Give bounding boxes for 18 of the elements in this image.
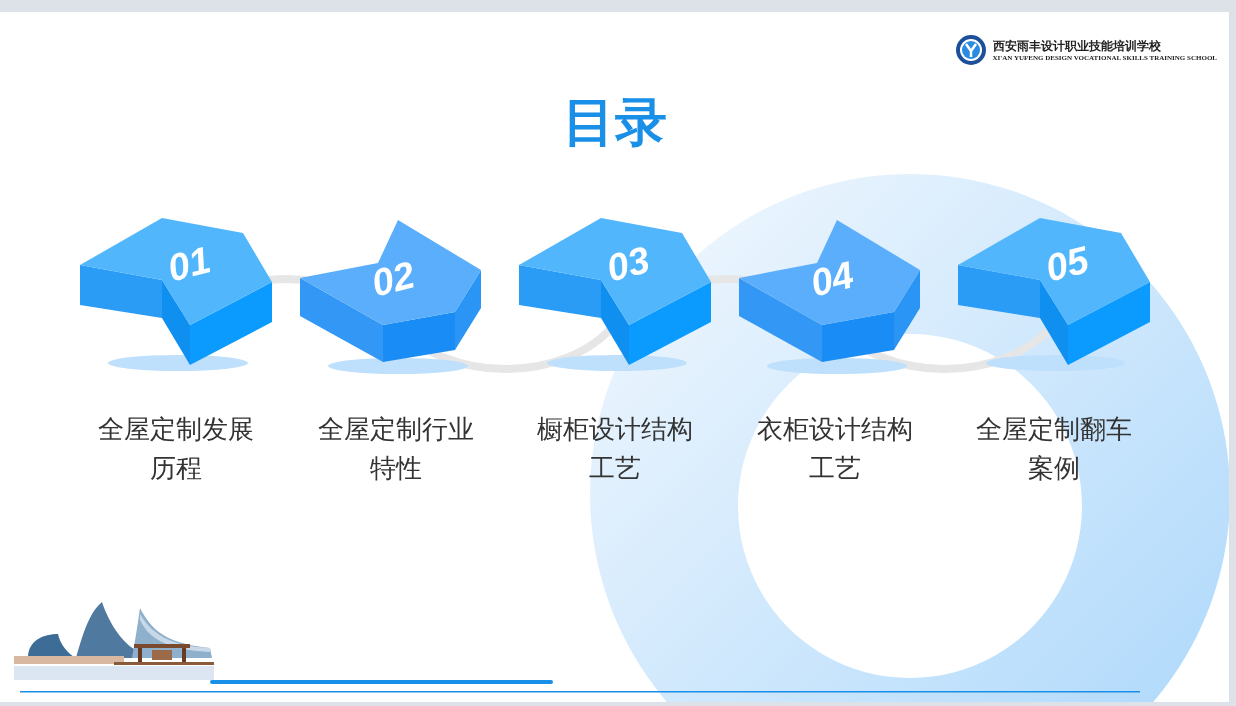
item-number: 05 bbox=[1041, 238, 1093, 290]
item-label: 工艺 bbox=[588, 452, 642, 485]
item-label: 橱柜设计结构 bbox=[536, 413, 694, 446]
slide-title: 目录 bbox=[562, 92, 667, 153]
item-number: 04 bbox=[806, 253, 858, 305]
school-logo-icon bbox=[954, 34, 987, 66]
item-number: 02 bbox=[367, 253, 419, 305]
item-label: 全屋定制发展 bbox=[97, 413, 255, 446]
item-number: 03 bbox=[602, 238, 654, 290]
item-label: 历程 bbox=[149, 452, 203, 485]
item-label: 案例 bbox=[1027, 452, 1081, 485]
item-label: 全屋定制翻车 bbox=[975, 413, 1133, 446]
item-number: 01 bbox=[163, 238, 215, 290]
school-name: 西安雨丰设计职业技能培训学校 bbox=[992, 37, 1162, 54]
item-label: 衣柜设计结构 bbox=[755, 413, 914, 446]
item-label: 全屋定制行业 bbox=[316, 413, 475, 446]
item-label: 特性 bbox=[368, 452, 423, 485]
item-label: 工艺 bbox=[807, 452, 862, 485]
